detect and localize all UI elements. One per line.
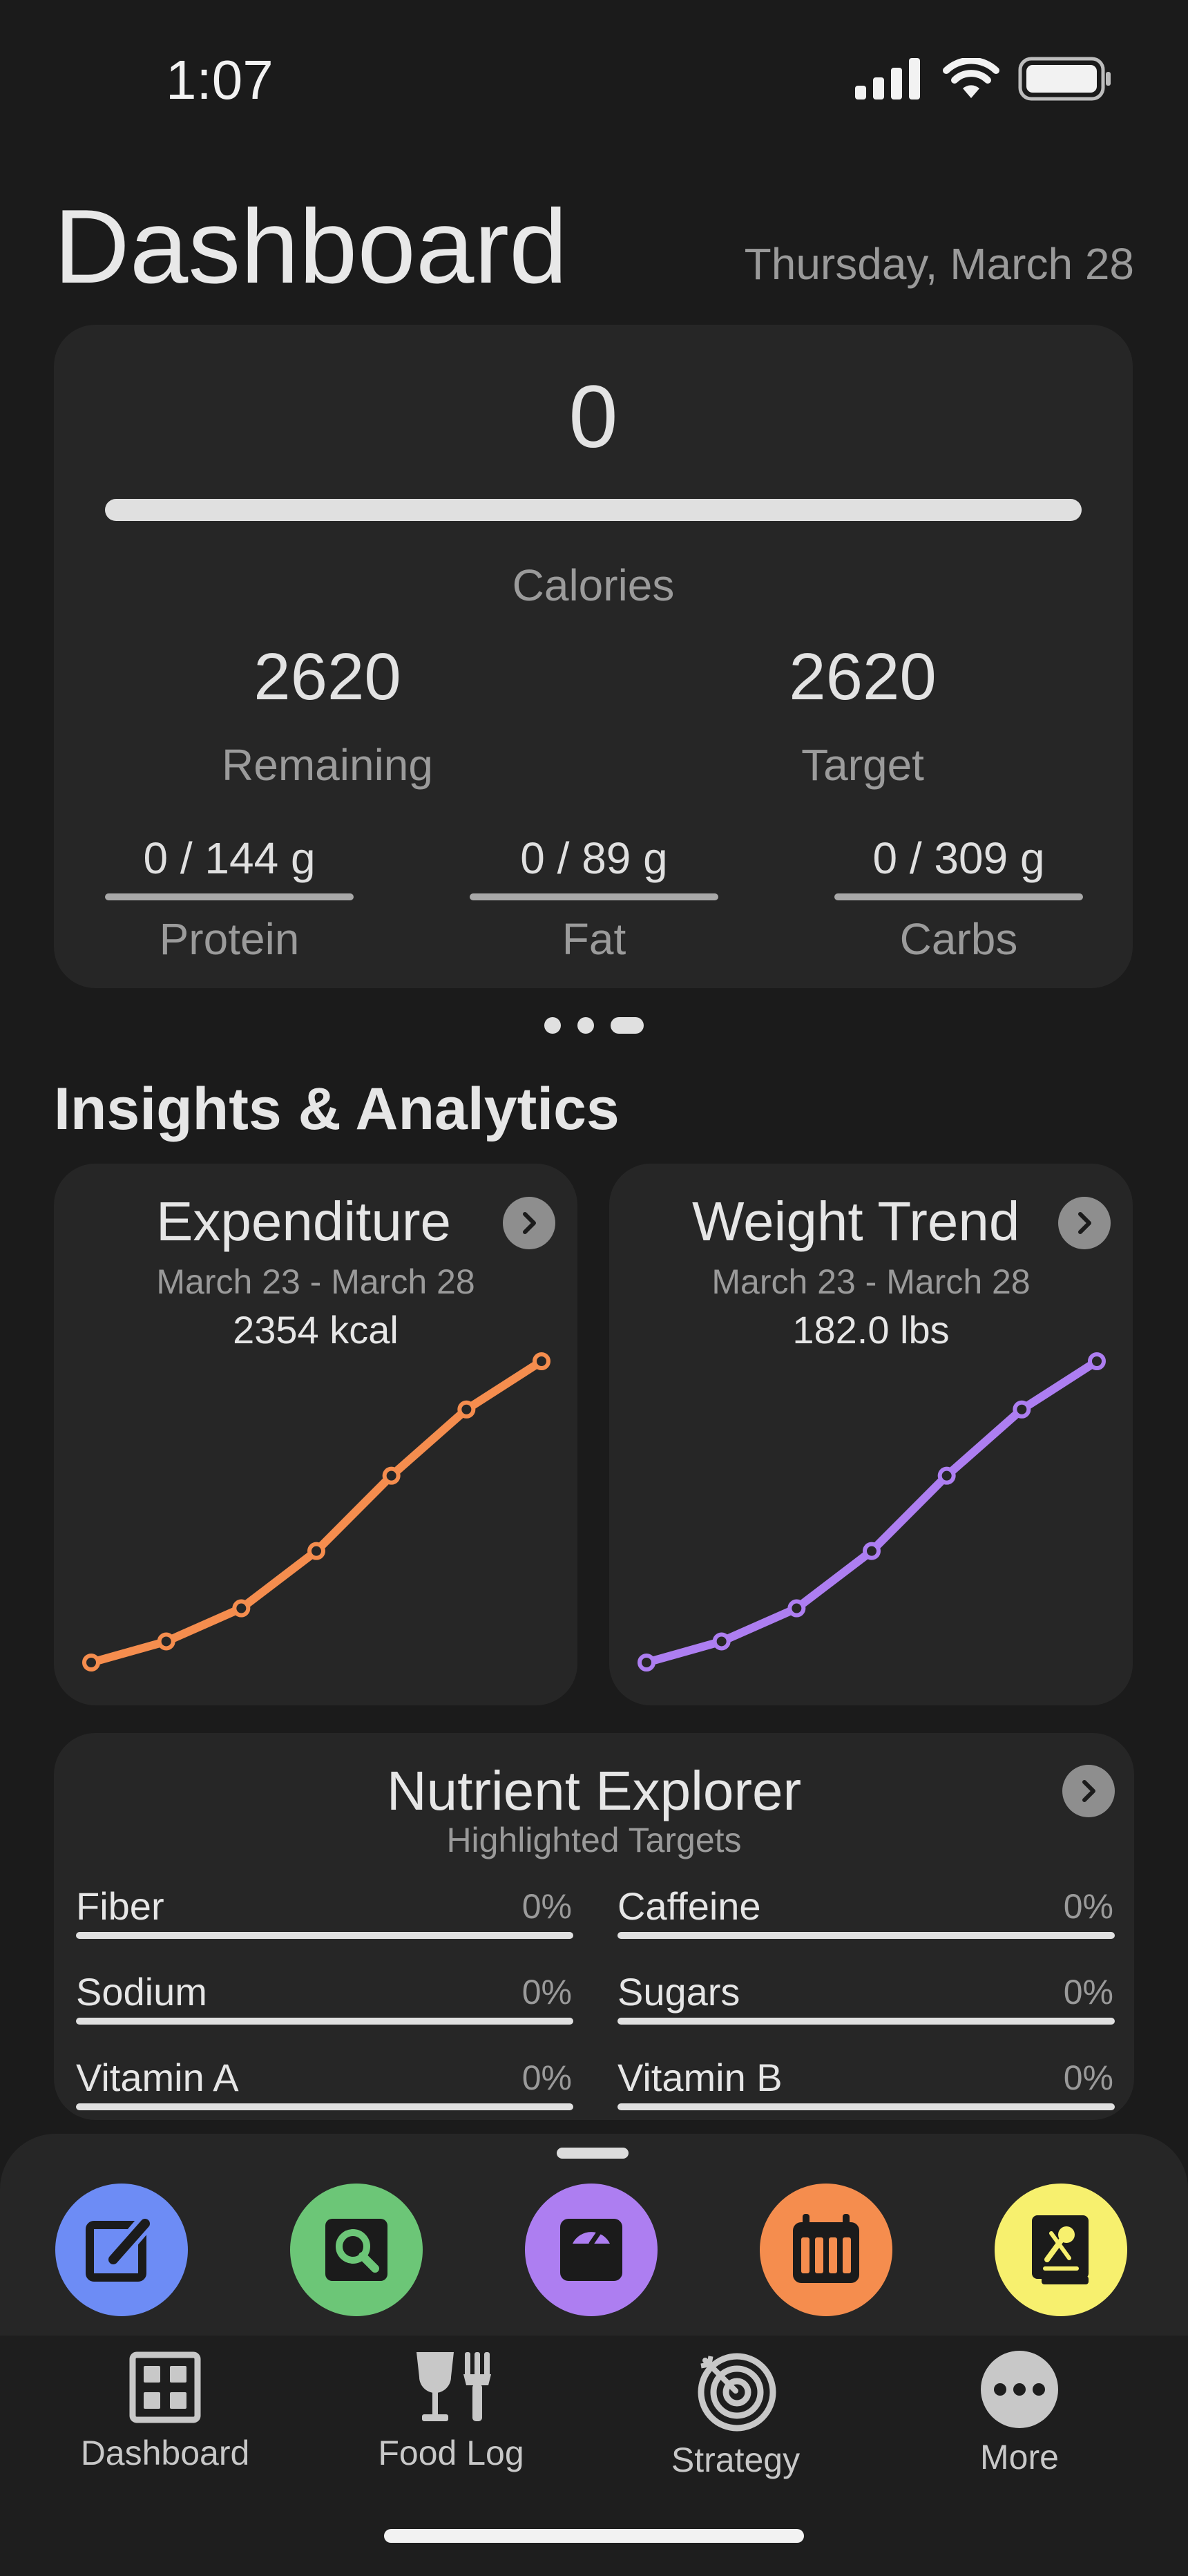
- weight-chart-point-3: [787, 1599, 806, 1618]
- grid-icon: [129, 2351, 201, 2423]
- nutrient-explorer-chevron-icon[interactable]: [1062, 1765, 1115, 1817]
- quick-recipes-button[interactable]: [995, 2184, 1127, 2316]
- expenditure-card[interactable]: Expenditure March 23 - March 28 2354 kca…: [54, 1164, 577, 1705]
- nutrient-bar-sugars: [617, 2018, 1115, 2025]
- nutrient-pct-caffeine: 0%: [1063, 1887, 1113, 1926]
- target-value: 2620: [789, 640, 937, 714]
- status-time: 1:07: [166, 49, 274, 111]
- nutrient-name-vitamin-b: Vitamin B: [617, 2056, 783, 2099]
- quick-calendar-button[interactable]: [760, 2184, 892, 2316]
- home-indicator: [384, 2529, 804, 2543]
- nutrient-name-vitamin-a: Vitamin A: [76, 2056, 239, 2099]
- tab-strategy[interactable]: Strategy: [632, 2349, 839, 2480]
- fat-bar: [470, 893, 718, 900]
- tab-dashboard-label: Dashboard: [80, 2434, 250, 2472]
- tab-more[interactable]: More: [916, 2349, 1123, 2477]
- nutrient-bar-caffeine: [617, 1932, 1115, 1939]
- target-label: Target: [801, 740, 924, 790]
- page-dot-2[interactable]: [577, 1017, 594, 1034]
- quick-log-entry-button[interactable]: [55, 2184, 188, 2316]
- nutrient-pct-vitamin-a: 0%: [521, 2058, 572, 2097]
- expenditure-chart-point-4: [307, 1542, 325, 1560]
- protein-value: 0 / 144 g: [143, 833, 316, 883]
- weight-chart-point-7: [1088, 1352, 1106, 1370]
- tab-strategy-label: Strategy: [671, 2441, 801, 2479]
- quick-food-search-button[interactable]: [290, 2184, 423, 2316]
- expenditure-chart-point-2: [157, 1632, 175, 1651]
- sheet-grabber[interactable]: [557, 2148, 629, 2159]
- nutrient-name-fiber: Fiber: [76, 1884, 164, 1928]
- nutrient-name-sodium: Sodium: [76, 1970, 207, 2014]
- nutrient-bar-vitamin-b: [617, 2103, 1115, 2110]
- expenditure-chart-point-1: [82, 1654, 100, 1671]
- nutrient-pct-sugars: 0%: [1063, 1973, 1113, 2011]
- fat-value: 0 / 89 g: [520, 833, 668, 883]
- expenditure-chart-point-3: [232, 1599, 251, 1618]
- carbs-label: Carbs: [899, 914, 1018, 964]
- calories-label: Calories: [512, 560, 675, 610]
- calorie-summary-card[interactable]: 0 Calories 2620 Remaining 2620 Target 0 …: [54, 325, 1133, 988]
- battery-icon: [1018, 57, 1111, 101]
- calorie-progress-bar: [105, 499, 1082, 521]
- remaining-label: Remaining: [222, 740, 433, 790]
- target-icon: [698, 2353, 776, 2432]
- nutrient-pct-fiber: 0%: [521, 1887, 572, 1926]
- weight-chart-point-4: [863, 1542, 881, 1560]
- page-dot-3-active[interactable]: [611, 1017, 644, 1034]
- calendar-icon: [793, 2214, 859, 2283]
- page-date: Thursday, March 28: [744, 239, 1134, 289]
- expenditure-chart-point-6: [457, 1400, 476, 1419]
- carbs-bar: [834, 893, 1083, 900]
- nutrient-explorer-title: Nutrient Explorer: [386, 1760, 802, 1821]
- nutrient-bar-vitamin-a: [76, 2103, 573, 2110]
- quick-weigh-in-button[interactable]: [525, 2184, 658, 2316]
- signal-icon: [855, 58, 920, 100]
- nutrient-name-caffeine: Caffeine: [617, 1884, 761, 1928]
- insights-section-title: Insights & Analytics: [54, 1076, 620, 1142]
- weight-chart-point-5: [937, 1466, 956, 1485]
- nutrient-explorer-subtitle: Highlighted Targets: [446, 1821, 742, 1859]
- protein-label: Protein: [159, 914, 300, 964]
- carbs-value: 0 / 309 g: [872, 833, 1045, 883]
- tab-food-log[interactable]: Food Log: [347, 2349, 555, 2473]
- more-icon: [981, 2351, 1058, 2428]
- weight-chart-point-1: [638, 1654, 655, 1671]
- fat-label: Fat: [562, 914, 626, 964]
- nutrient-explorer-card[interactable]: Nutrient Explorer Highlighted Targets Fi…: [54, 1733, 1134, 2120]
- wine-fork-icon: [416, 2352, 491, 2421]
- weight-chart-point-6: [1013, 1400, 1031, 1419]
- calories-consumed: 0: [568, 368, 618, 466]
- page-dot-1[interactable]: [544, 1017, 561, 1034]
- tab-food-log-label: Food Log: [378, 2434, 524, 2472]
- nutrient-bar-sodium: [76, 2018, 573, 2025]
- weight-trend-card[interactable]: Weight Trend March 23 - March 28 182.0 l…: [609, 1164, 1133, 1705]
- nutrient-pct-vitamin-b: 0%: [1063, 2058, 1113, 2097]
- recipe-book-icon: [1032, 2215, 1089, 2284]
- edit-icon: [86, 2210, 157, 2282]
- weight-chart-point-2: [712, 1632, 731, 1651]
- scale-icon: [560, 2219, 622, 2281]
- tab-dashboard[interactable]: Dashboard: [61, 2349, 269, 2473]
- search-food-icon: [325, 2219, 387, 2281]
- page-title: Dashboard: [54, 188, 568, 305]
- wifi-icon: [943, 58, 999, 98]
- remaining-value: 2620: [253, 640, 401, 714]
- weight-trend-chart: [638, 1352, 1106, 1671]
- nutrient-pct-sodium: 0%: [521, 1973, 572, 2011]
- expenditure-chart: [82, 1352, 550, 1671]
- protein-bar: [105, 893, 354, 900]
- nutrient-bar-fiber: [76, 1932, 573, 1939]
- expenditure-chart-point-7: [533, 1352, 550, 1370]
- expenditure-chart-point-5: [382, 1466, 401, 1485]
- tab-more-label: More: [980, 2438, 1059, 2476]
- status-icons: [855, 57, 1112, 101]
- nutrient-name-sugars: Sugars: [617, 1970, 740, 2014]
